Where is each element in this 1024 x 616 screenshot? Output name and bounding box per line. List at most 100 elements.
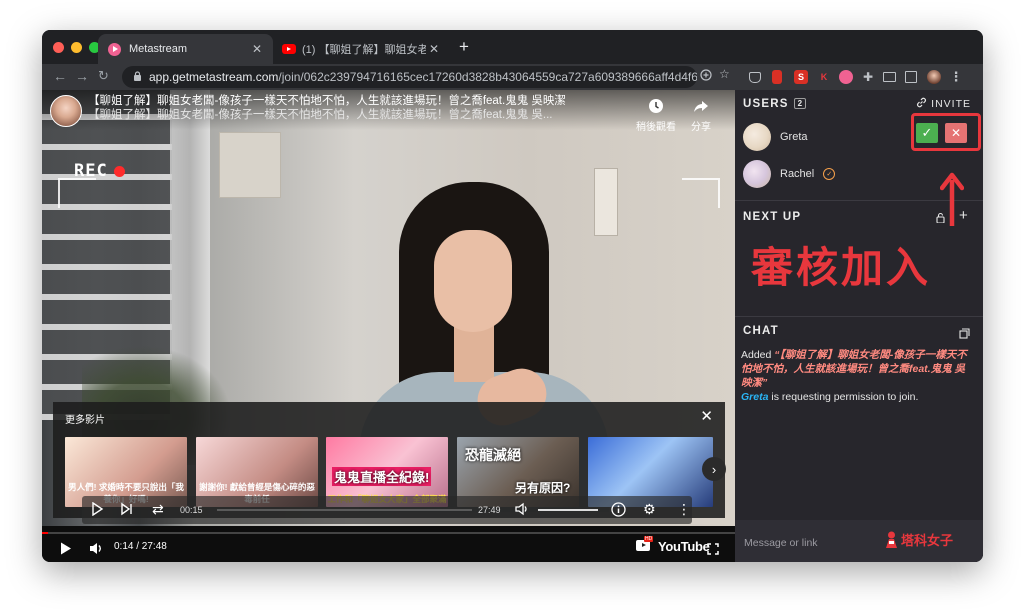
new-tab-button[interactable]: +	[459, 38, 469, 56]
divider	[735, 316, 983, 317]
users-heading-label: USERS	[743, 98, 789, 110]
tab-metastream[interactable]: Metastream ✕	[98, 34, 273, 64]
watermark: 塔科女子	[885, 530, 953, 549]
metastream-sidebar: USERS 2 INVITE Greta ✓ ✕ Rachel ✓ NEXT U…	[735, 90, 983, 562]
next-videos-arrow-icon[interactable]: ›	[702, 457, 726, 481]
avatar	[743, 160, 771, 188]
chat-message: Added “【聊姐了解】聊姐女老闆-像孩子一樣天不怕地不怕，人生就該進場玩！曾…	[741, 348, 975, 390]
watermark-logo-icon	[885, 531, 898, 549]
youtube-favicon-icon	[282, 44, 296, 54]
play-icon[interactable]	[90, 501, 104, 518]
share-arrow-icon	[693, 98, 709, 114]
seek-bar[interactable]	[217, 509, 472, 511]
pocket-icon[interactable]	[749, 72, 761, 83]
user-row-rachel[interactable]: Rachel ✓	[743, 160, 836, 188]
video-title-echo: 【聊姐了解】聊姐女老闆-像孩子一樣天不怕地不怕，人生就該進場玩！曾之喬feat.…	[88, 109, 553, 121]
red-book-extension-icon[interactable]	[772, 70, 782, 84]
tab-close-icon[interactable]: ✕	[426, 42, 442, 56]
approve-user-button[interactable]: ✓	[916, 123, 938, 143]
tab-title: Metastream	[129, 43, 188, 55]
close-icon: ✕	[950, 126, 962, 140]
s-extension-icon[interactable]: S	[794, 70, 808, 84]
chat-media-link[interactable]: “【聊姐了解】聊姐女老闆-像孩子一樣天不怕地不怕，人生就該進場玩！曾之喬feat…	[741, 349, 967, 389]
invite-button[interactable]: INVITE	[916, 97, 971, 111]
chat-username: Greta	[741, 391, 769, 403]
more-options-icon[interactable]: ⋮	[677, 502, 691, 516]
bookmark-star-icon[interactable]: ☆	[719, 67, 730, 81]
screenshot-icon[interactable]	[905, 71, 917, 83]
users-count-badge: 2	[793, 98, 807, 109]
metastream-extension-icon[interactable]	[839, 70, 853, 84]
volume-slider[interactable]	[538, 509, 598, 511]
users-heading: USERS 2	[743, 98, 807, 110]
chat-heading: CHAT	[743, 325, 779, 337]
chat-input[interactable]: Message or link 塔科女子	[735, 520, 983, 562]
video-player[interactable]: REC 【聊姐了解】聊姐女老闆-像孩子一樣天不怕地不怕，人生就該進場玩！曾之喬f…	[42, 90, 735, 562]
chat-message: Greta is requesting permission to join.	[741, 390, 975, 404]
share-button[interactable]: 分享	[691, 98, 711, 133]
close-window-button[interactable]	[53, 42, 64, 53]
close-icon[interactable]: ✕	[700, 407, 713, 425]
fullscreen-icon[interactable]	[707, 543, 719, 557]
youtube-controls: 0:14 / 27:48 HD YouTube	[42, 526, 735, 562]
progress-bar[interactable]	[42, 532, 735, 534]
popout-icon[interactable]	[959, 326, 970, 344]
link-icon	[916, 97, 927, 111]
progress-fill	[42, 532, 48, 534]
channel-avatar[interactable]	[50, 95, 82, 127]
cast-icon[interactable]	[883, 72, 896, 82]
info-icon[interactable]	[611, 502, 626, 519]
volume-icon[interactable]	[515, 502, 530, 518]
puzzle-extensions-icon[interactable]: ✚	[861, 70, 875, 84]
minimize-window-button[interactable]	[71, 42, 82, 53]
play-icon[interactable]	[60, 542, 72, 557]
page-content: REC 【聊姐了解】聊姐女老闆-像孩子一樣天不怕地不怕，人生就該進場玩！曾之喬f…	[42, 90, 983, 562]
browser-window: Metastream ✕ (1) 【聊姐了解】聊姐女老闆-像孩 ✕ + ← → …	[42, 30, 983, 562]
reject-user-button[interactable]: ✕	[945, 123, 967, 143]
chat-request-text: is requesting permission to join.	[771, 391, 919, 403]
wall-poster	[219, 132, 281, 198]
tab-close-icon[interactable]: ✕	[249, 42, 265, 56]
volume-icon[interactable]	[89, 542, 104, 557]
rec-indicator: REC	[74, 161, 125, 181]
rec-dot-icon	[113, 165, 125, 177]
rec-label: REC	[74, 161, 108, 181]
address-bar[interactable]: app.getmetastream.com /join/062c23979471…	[122, 66, 697, 88]
embedded-controls: ⇄ 00:15 27:49 ⚙ ⋮	[82, 496, 692, 524]
video-title[interactable]: 【聊姐了解】聊姐女老闆-像孩子一樣天不怕地不怕，人生就該進場玩！曾之喬feat.…	[88, 94, 648, 109]
user-name: Rachel	[780, 168, 815, 180]
chat-added-prefix: Added	[741, 349, 772, 361]
reload-icon[interactable]: ↻	[98, 68, 109, 84]
time-display: 0:14 / 27:48	[114, 541, 167, 552]
url-host: app.getmetastream.com	[149, 70, 279, 84]
kebab-menu-icon[interactable]: ⋮	[949, 69, 963, 84]
watch-later-button[interactable]: 稍後觀看	[636, 98, 676, 133]
k-extension-icon[interactable]: K	[817, 70, 831, 84]
next-up-heading: NEXT UP	[743, 211, 802, 223]
browser-toolbar: ← → ↻ app.getmetastream.com /join/062c23…	[42, 64, 983, 90]
tab-youtube[interactable]: (1) 【聊姐了解】聊姐女老闆-像孩 ✕	[278, 34, 450, 64]
back-arrow-icon[interactable]: ←	[53, 68, 67, 84]
settings-gear-icon[interactable]: ⚙	[643, 502, 656, 516]
more-videos-title: 更多影片	[65, 415, 105, 426]
annotation-label: 審核加入	[751, 243, 932, 292]
avatar	[743, 123, 771, 151]
thumbnail-headline: 恐龍滅絕	[465, 447, 521, 463]
user-row-greta[interactable]: Greta	[743, 123, 808, 151]
tab-title: (1) 【聊姐了解】聊姐女老闆-像孩	[302, 44, 426, 56]
forward-arrow-icon[interactable]: →	[75, 68, 89, 84]
zoom-plus-icon[interactable]	[700, 69, 712, 84]
repeat-icon[interactable]: ⇄	[152, 502, 164, 516]
watch-later-label: 稍後觀看	[636, 122, 676, 133]
metastream-favicon-icon	[108, 42, 121, 56]
chat-placeholder: Message or link	[744, 537, 818, 549]
user-name: Greta	[780, 131, 808, 143]
window-controls	[53, 42, 100, 53]
total-time: 27:49	[478, 505, 501, 515]
host-check-icon: ✓	[823, 168, 836, 180]
skip-next-icon[interactable]	[120, 502, 134, 518]
share-label: 分享	[691, 122, 711, 133]
profile-avatar[interactable]	[927, 70, 941, 84]
thumbnail-headline: 鬼鬼直播全紀錄!	[332, 467, 432, 486]
youtube-logo[interactable]: YouTube	[658, 539, 710, 554]
